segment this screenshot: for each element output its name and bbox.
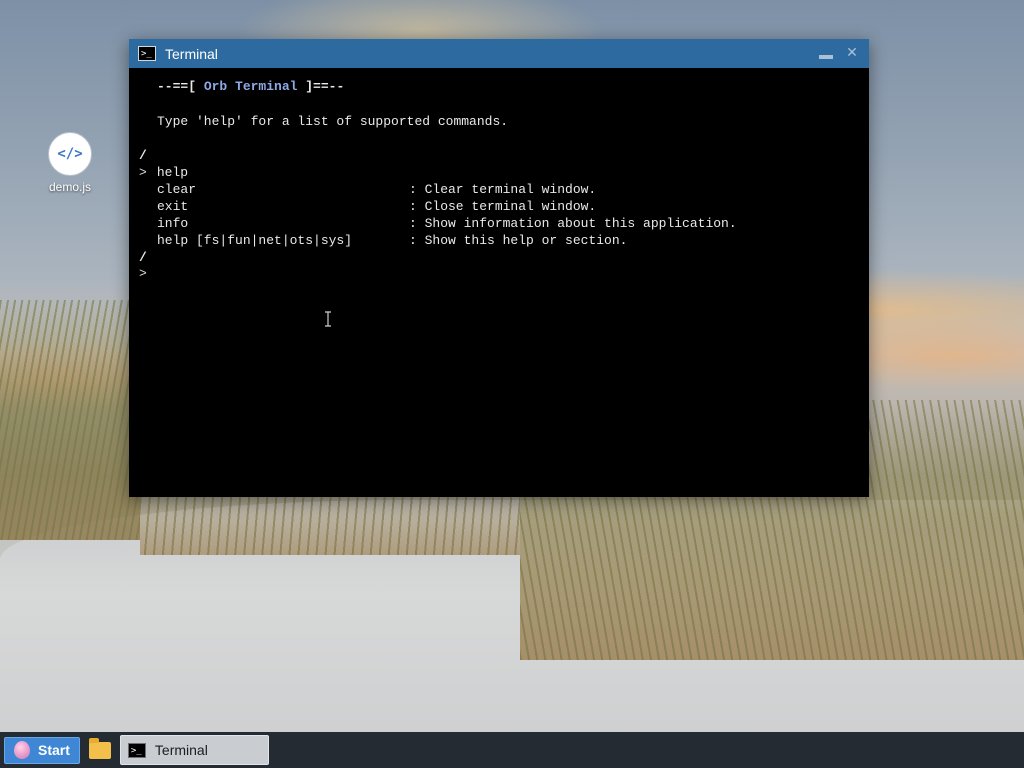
help-command: help [fs|fun|net|ots|sys] (157, 233, 353, 248)
banner-app-name: Orb Terminal (203, 79, 298, 94)
help-row: clear : Clear terminal window. (139, 181, 596, 198)
help-command: clear (157, 182, 197, 197)
orb-logo-icon (14, 741, 30, 759)
terminal-app-icon: >_ (127, 742, 146, 758)
help-command: exit (157, 199, 189, 214)
desktop-icon-label: demo.js (48, 180, 92, 194)
taskbar-item-label: Terminal (154, 742, 208, 758)
minimize-icon (819, 55, 833, 59)
help-row: help [fs|fun|net|ots|sys] : Show this hel… (139, 232, 627, 249)
prompt-symbol: > (139, 266, 147, 281)
help-row: exit : Close terminal window. (139, 198, 596, 215)
close-button[interactable]: ✕ (843, 45, 861, 62)
window-title: Terminal (165, 45, 218, 62)
help-description: : Show this help or section. (409, 233, 628, 248)
help-description: : Close terminal window. (409, 199, 597, 214)
entered-command: help (156, 165, 189, 180)
terminal-output[interactable]: --==[ Orb Terminal ]==-- Type 'help' for… (129, 68, 869, 497)
terminal-app-icon: >_ (138, 46, 156, 61)
grass-background-middle (140, 495, 520, 555)
active-prompt-line[interactable]: > (139, 265, 147, 282)
welcome-line: Type 'help' for a list of supported comm… (139, 113, 508, 130)
help-row: info : Show information about this applic… (139, 215, 737, 232)
prompt-line: > help (139, 164, 188, 181)
banner-left: --==[ (157, 79, 204, 94)
terminal-window: >_ Terminal ✕ --==[ Orb Terminal ]==-- T… (129, 39, 869, 497)
close-icon: ✕ (846, 45, 858, 61)
file-manager-button[interactable] (87, 737, 113, 764)
start-button[interactable]: Start (4, 736, 80, 764)
help-description: : Show information about this applicatio… (409, 216, 737, 231)
prompt-symbol: > (139, 165, 147, 180)
folder-icon (88, 737, 111, 759)
welcome-text: Type 'help' for a list of supported comm… (157, 114, 509, 129)
grass-background-left (0, 300, 140, 540)
taskbar-item-terminal[interactable]: >_ Terminal (119, 735, 269, 765)
banner-line: --==[ Orb Terminal ]==-- (139, 78, 344, 95)
path-slash: / (139, 250, 147, 265)
banner-right: ]==-- (297, 79, 345, 94)
code-file-icon: </> (48, 132, 92, 176)
window-controls: ✕ (817, 45, 861, 62)
desktop: </> demo.js >_ Terminal ✕ --==[ Orb Term… (0, 0, 1024, 768)
desktop-icon-demo-js[interactable]: </> demo.js (40, 132, 100, 194)
minimize-button[interactable] (817, 45, 835, 62)
start-label: Start (38, 742, 70, 758)
help-description: : Clear terminal window. (409, 182, 597, 197)
help-command: info (157, 216, 189, 231)
taskbar: Start >_ Terminal (0, 732, 1024, 768)
window-titlebar[interactable]: >_ Terminal ✕ (129, 39, 869, 68)
path-slash: / (139, 148, 147, 163)
text-cursor-icon (325, 311, 331, 327)
